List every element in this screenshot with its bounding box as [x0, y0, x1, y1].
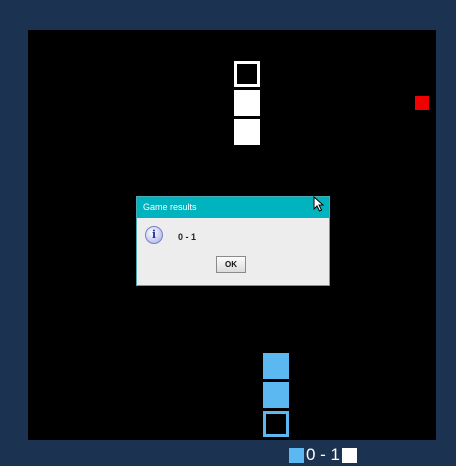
- dialog-message: 0 - 1: [178, 232, 197, 242]
- ok-button[interactable]: OK: [216, 256, 246, 273]
- info-icon: i: [145, 226, 163, 244]
- blue-snake-head: [263, 411, 289, 437]
- white-snake-head: [234, 61, 260, 87]
- blue-snake-segment: [263, 353, 289, 379]
- white-snake-segment: [234, 119, 260, 145]
- game-results-dialog: Game results i 0 - 1 OK: [136, 196, 330, 286]
- dialog-titlebar[interactable]: Game results: [137, 197, 329, 218]
- food-pellet: [415, 96, 429, 110]
- scoreboard: 0 - 1: [289, 445, 358, 464]
- mouse-pointer-icon: [313, 196, 325, 212]
- player2-color-swatch: [342, 447, 358, 463]
- dialog-title: Game results: [143, 202, 197, 212]
- score-text: 0 - 1: [306, 445, 341, 464]
- white-snake-segment: [234, 90, 260, 116]
- blue-snake-segment: [263, 382, 289, 408]
- player1-color-swatch: [289, 447, 304, 463]
